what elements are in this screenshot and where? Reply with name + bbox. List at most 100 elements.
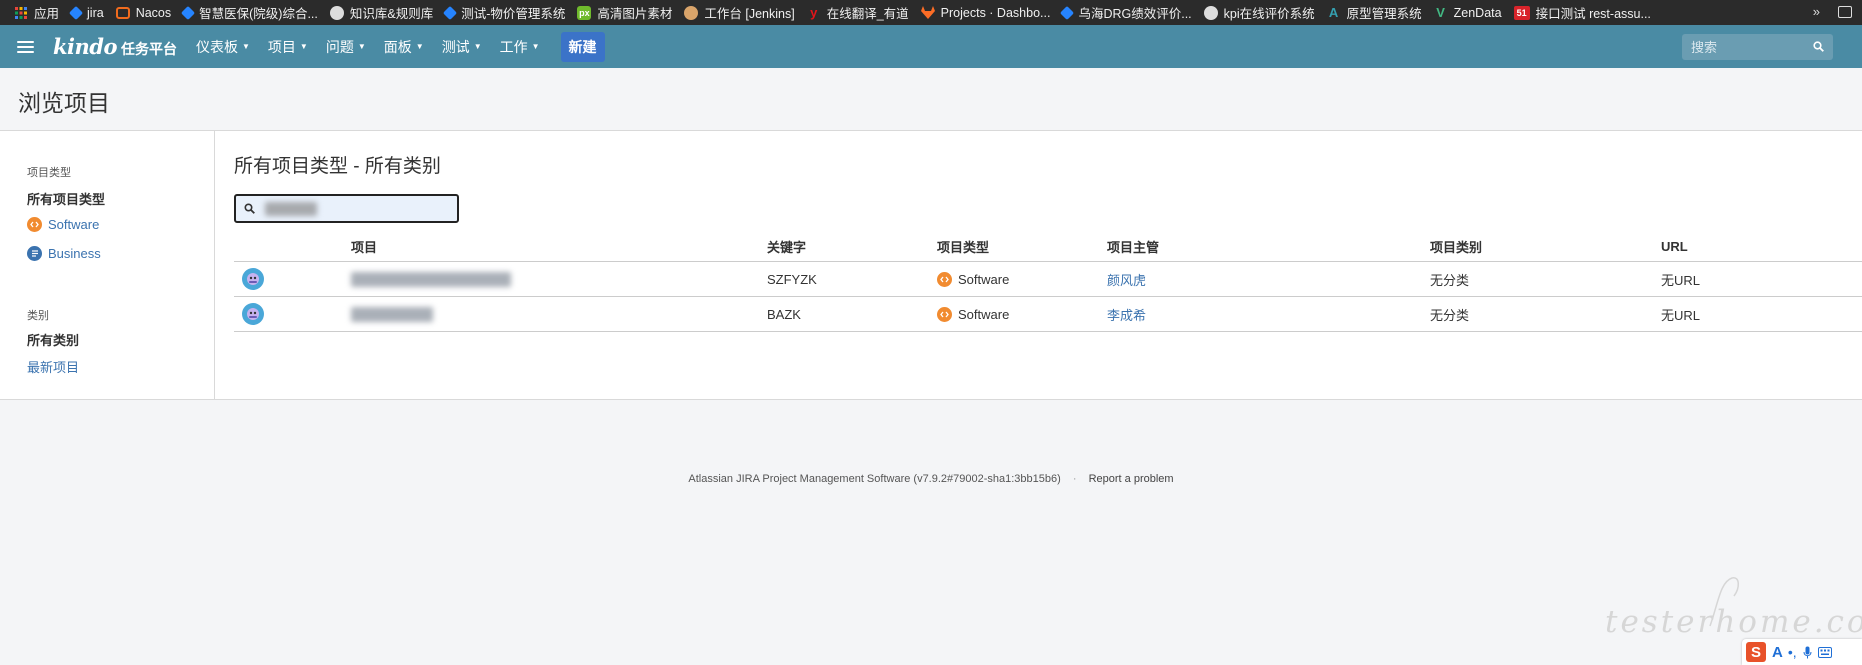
footer-separator: · bbox=[1072, 473, 1077, 485]
nav-projects[interactable]: 项目 ▼ bbox=[268, 37, 308, 57]
bookmark-label: jira bbox=[87, 5, 104, 20]
bookmark-zendata[interactable]: V ZenData bbox=[1434, 5, 1501, 20]
project-name-cell[interactable] bbox=[351, 261, 767, 297]
nav-dashboards[interactable]: 仪表板 ▼ bbox=[196, 37, 250, 57]
search-icon bbox=[244, 203, 255, 214]
table-row: SZFYZK Software 颜风虎 无分类 无URL bbox=[234, 261, 1862, 297]
business-icon bbox=[27, 246, 42, 261]
bookmark-jira[interactable]: jira bbox=[68, 5, 104, 20]
project-type-cell: Software bbox=[937, 261, 1107, 297]
project-filter-input[interactable] bbox=[234, 194, 459, 223]
search-box bbox=[1682, 34, 1833, 60]
caret-down-icon: ▼ bbox=[242, 42, 250, 51]
watermark: testerhome.com bbox=[1605, 604, 1862, 640]
create-button[interactable]: 新建 bbox=[560, 31, 605, 62]
jira-icon bbox=[443, 5, 458, 20]
nav-label: 工作 bbox=[499, 38, 528, 55]
reading-list-icon[interactable] bbox=[1838, 6, 1852, 18]
nav-issues[interactable]: 问题 ▼ bbox=[326, 37, 366, 57]
bookmark-label: 接口测试 rest-assu... bbox=[1535, 7, 1651, 21]
project-list-heading: 所有项目类型 - 所有类别 bbox=[234, 156, 441, 177]
nav-tests[interactable]: 测试 ▼ bbox=[442, 37, 482, 57]
bookmark-rest-assured[interactable]: 51 接口测试 rest-assu... bbox=[1513, 3, 1651, 22]
project-lead-link[interactable]: 李成希 bbox=[1107, 308, 1146, 323]
nav-label: 仪表板 bbox=[196, 38, 238, 55]
avatar-cell bbox=[234, 261, 351, 297]
ime-logo[interactable]: S bbox=[1746, 642, 1766, 662]
filter-all-project-types[interactable]: 所有项目类型 bbox=[27, 189, 105, 208]
globe-icon bbox=[1203, 5, 1218, 20]
filter-recent-projects[interactable]: 最新项目 bbox=[27, 357, 79, 376]
bookmark-smart-insurance[interactable]: 智慧医保(院级)综合... bbox=[181, 3, 318, 22]
bookmark-label: kpi在线评价系统 bbox=[1223, 7, 1315, 21]
main-nav: 仪表板 ▼ 项目 ▼ 问题 ▼ 面板 ▼ 测试 ▼ 工作 ▼ bbox=[196, 37, 558, 57]
bookmarks-overflow-button[interactable]: » bbox=[1813, 4, 1820, 19]
ime-toolbar: S A •, bbox=[1742, 639, 1862, 665]
bookmark-label: 原型管理系统 bbox=[1346, 7, 1422, 21]
nav-boards[interactable]: 面板 ▼ bbox=[384, 37, 424, 57]
bookmark-nacos[interactable]: Nacos bbox=[115, 6, 171, 20]
punctuation-icon[interactable]: •, bbox=[1788, 644, 1797, 660]
project-table: 项目 关键字 项目类型 项目主管 项目类别 URL SZFYZK Softwar… bbox=[234, 231, 1862, 332]
bookmark-label: 知识库&规则库 bbox=[349, 7, 434, 21]
bookmark-hd-images[interactable]: px 高清图片素材 bbox=[577, 3, 672, 22]
project-url: 无URL bbox=[1661, 261, 1862, 297]
bookmarks-bar: 应用 jira Nacos 智慧医保(院级)综合... 知识库&规则库 测试-物… bbox=[0, 0, 1862, 25]
bookmark-youdao[interactable]: y 在线翻译_有道 bbox=[807, 3, 909, 22]
microphone-icon[interactable] bbox=[1803, 646, 1812, 659]
filter-business[interactable]: Business bbox=[27, 246, 101, 261]
project-category: 无分类 bbox=[1430, 261, 1661, 297]
menu-icon[interactable] bbox=[17, 40, 34, 53]
bookmark-price-system[interactable]: 测试-物价管理系统 bbox=[443, 3, 566, 22]
project-url: 无URL bbox=[1661, 296, 1862, 332]
bookmark-jenkins[interactable]: 工作台 [Jenkins] bbox=[684, 3, 795, 22]
keyboard-icon[interactable] bbox=[1817, 646, 1832, 658]
filter-label: Software bbox=[48, 217, 100, 232]
project-lead-link[interactable]: 颜风虎 bbox=[1107, 273, 1146, 288]
bookmark-gitlab[interactable]: Projects · Dashbo... bbox=[920, 6, 1050, 20]
jira-icon bbox=[181, 5, 196, 20]
redacted-project-name bbox=[351, 271, 511, 287]
project-name-cell[interactable] bbox=[351, 296, 767, 332]
search-input[interactable] bbox=[1682, 38, 1813, 56]
project-avatar[interactable] bbox=[242, 303, 264, 325]
caret-down-icon: ▼ bbox=[531, 42, 540, 51]
bookmark-label: 应用 bbox=[34, 7, 60, 21]
bookmark-prototype[interactable]: A 原型管理系统 bbox=[1327, 3, 1422, 22]
column-project[interactable]: 项目 bbox=[351, 231, 767, 262]
globe-icon bbox=[329, 5, 344, 20]
column-type[interactable]: 项目类型 bbox=[937, 231, 1107, 262]
software-icon bbox=[937, 306, 952, 322]
bookmark-apps[interactable]: 应用 bbox=[14, 3, 59, 22]
project-type: Software bbox=[958, 306, 1010, 322]
search-icon[interactable] bbox=[1813, 41, 1824, 52]
project-avatar[interactable] bbox=[242, 268, 264, 290]
bookmark-knowledge-base[interactable]: 知识库&规则库 bbox=[329, 3, 434, 22]
report-problem-link[interactable]: Report a problem bbox=[1089, 473, 1174, 485]
youdao-icon: y bbox=[810, 5, 818, 20]
bookmark-wuhai-drg[interactable]: 乌海DRG绩效评价... bbox=[1060, 3, 1192, 22]
jira-icon bbox=[1060, 5, 1075, 20]
bookmark-label: 在线翻译_有道 bbox=[826, 7, 909, 21]
column-key[interactable]: 关键字 bbox=[767, 231, 937, 262]
column-url[interactable]: URL bbox=[1661, 231, 1862, 262]
bookmark-label: 测试-物价管理系统 bbox=[461, 7, 566, 21]
table-row: BAZK Software 李成希 无分类 无URL bbox=[234, 296, 1862, 332]
nacos-icon bbox=[115, 6, 130, 19]
column-category[interactable]: 项目类别 bbox=[1430, 231, 1661, 262]
nav-label: 问题 bbox=[325, 38, 354, 55]
nav-work[interactable]: 工作 ▼ bbox=[500, 37, 540, 57]
ime-mode[interactable]: A bbox=[1772, 644, 1783, 661]
logo-subtitle: 任务平台 bbox=[121, 41, 177, 57]
filter-all-categories[interactable]: 所有类别 bbox=[27, 330, 79, 349]
project-key: SZFYZK bbox=[767, 261, 937, 297]
project-type-heading: 项目类型 bbox=[27, 167, 71, 179]
column-lead[interactable]: 项目主管 bbox=[1107, 231, 1430, 262]
bookmark-label: 工作台 [Jenkins] bbox=[704, 7, 795, 21]
caret-down-icon: ▼ bbox=[415, 42, 424, 51]
nav-label: 面板 bbox=[383, 38, 412, 55]
logo[interactable]: kindo 任务平台 bbox=[53, 34, 177, 59]
apps-grid-icon bbox=[14, 6, 28, 20]
bookmark-kpi[interactable]: kpi在线评价系统 bbox=[1203, 3, 1315, 22]
filter-software[interactable]: Software bbox=[27, 217, 99, 232]
